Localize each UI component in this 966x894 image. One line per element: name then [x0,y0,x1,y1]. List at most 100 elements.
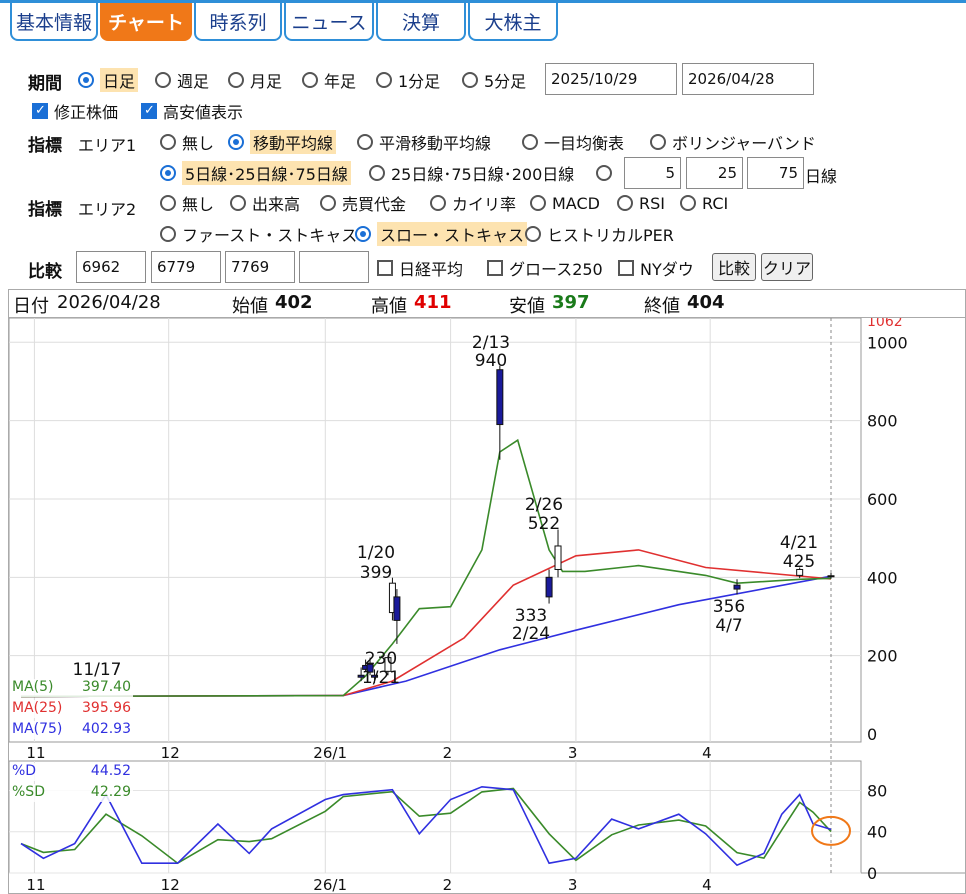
stoch-month-label: 2 [443,876,453,893]
compare-code-2-input[interactable]: 6779 [151,251,221,283]
low-label: 安値 [509,296,545,317]
ind2-rsi-radio[interactable]: RSI [617,191,665,215]
stoch-d-legend-name: %D [12,763,37,779]
ind1-bollinger-radio[interactable]: ボリンジャーバンド [650,130,816,154]
period-weekly-radio[interactable]: 週足 [155,68,209,92]
ind1-ema-label: 平滑移動平均線 [379,134,492,153]
compare-button[interactable]: 比較 [712,253,756,281]
ind2-none-radio[interactable]: 無し [160,191,214,215]
ind1-none-radio[interactable]: 無し [160,130,214,154]
period-5min-radio[interactable]: 5分足 [462,68,526,92]
radio-on-icon [160,165,176,181]
stock-chart[interactable]: 0 200 400 600 800 1000 1062 0 40 80 11 11 12 12 26/1 26… [8,317,966,894]
ind2-fast-stoch-radio[interactable]: ファースト・ストキャス [160,222,357,246]
annotation-value: 399 [360,563,392,583]
high-label: 高値 [371,296,407,317]
compare-growth250-label: グロース250 [509,260,603,279]
annotation-value: 522 [528,514,560,534]
stoch-tick-label: 0 [867,864,877,883]
ma25-legend: MA(25) 395.96 [10,700,133,718]
compare-code-4-input[interactable] [299,251,369,283]
period-yearly-radio[interactable]: 年足 [302,68,356,92]
tab-news[interactable]: ニュース [284,3,374,41]
compare-nydow-checkbox[interactable]: NYダウ [618,256,694,280]
ma-period-2-input[interactable]: 25 [686,157,743,189]
candle-body [545,576,553,598]
ind2-fast-stoch-label: ファースト・ストキャス [182,226,358,245]
radio-off-icon [320,195,336,211]
clear-button[interactable]: クリア [761,253,813,281]
start-date-input[interactable]: 2025/10/29 [545,63,677,95]
annotation-date: 2/24 [512,624,550,644]
tab-major-shareholders[interactable]: 大株主 [468,3,558,41]
radio-on-icon [78,72,94,88]
adjusted-price-label: 修正株価 [54,103,119,122]
ind2-turnover-radio[interactable]: 売買代金 [320,191,406,215]
stoch-month-label: 3 [568,876,578,893]
month-label: 4 [702,744,712,762]
compare-code-3-input[interactable]: 7769 [225,251,295,283]
ind2-none-label: 無し [182,195,215,214]
candle-body [554,545,562,570]
radio-off-icon [357,134,373,150]
radio-off-icon [160,134,176,150]
tab-basic-info[interactable]: 基本情報 [10,3,98,41]
stoch-d-legend: %D 44.52 [10,763,133,781]
radio-off-icon [596,165,612,181]
ma-period-1-input[interactable]: 5 [624,157,681,189]
compare-code-1-input[interactable]: 6962 [76,251,146,283]
ind1-ma-radio[interactable]: 移動平均線 [228,130,337,154]
ma75-legend-value: 402.93 [82,721,131,737]
ma-custom-radio[interactable] [596,161,618,185]
highlow-checkbox[interactable]: 高安値表示 [141,99,243,123]
annotation-date: 4/21 [780,533,818,553]
ma-period-3-input[interactable]: 75 [747,157,804,189]
adjusted-price-checkbox[interactable]: 修正株価 [32,99,118,123]
radio-off-icon [155,72,171,88]
radio-off-icon [228,72,244,88]
tab-chart[interactable]: チャート [100,3,192,41]
ind2-deviation-radio[interactable]: カイリ率 [430,191,516,215]
period-daily-radio[interactable]: 日足 [78,68,139,92]
compare-nikkei-checkbox[interactable]: 日経平均 [377,256,463,280]
ind2-hist-per-radio[interactable]: ヒストリカルPER [525,222,674,246]
ind1-ichimoku-label: 一目均衡表 [544,134,625,153]
main-plot-area [9,318,862,743]
ind2-hist-per-label: ヒストリカルPER [547,226,674,245]
radio-off-icon [369,165,385,181]
ma25-legend-name: MA(25) [12,700,63,716]
ma-25-75-200-label: 25日線･75日線･200日線 [391,165,575,184]
month-label: 11 [26,744,45,762]
radio-off-icon [522,134,538,150]
checkbox-unchecked-icon [487,260,503,276]
compare-nydow-label: NYダウ [640,260,694,279]
y-tick-label: 800 [867,412,898,431]
open-value: 402 [275,292,313,313]
end-date-input[interactable]: 2026/04/28 [682,63,814,95]
ma-5-25-75-radio[interactable]: 5日線･25日線･75日線 [160,161,351,185]
compare-growth250-checkbox[interactable]: グロース250 [487,256,603,280]
ind1-ichimoku-radio[interactable]: 一目均衡表 [522,130,624,154]
period-1min-radio[interactable]: 1分足 [376,68,440,92]
ind2-slow-stoch-radio[interactable]: スロー・ストキャス [355,222,528,246]
ma-25-75-200-radio[interactable]: 25日線･75日線･200日線 [369,161,574,185]
ind2-volume-label: 出来高 [252,195,301,214]
high-value: 411 [414,292,452,313]
ind2-volume-radio[interactable]: 出来高 [230,191,300,215]
tab-earnings[interactable]: 決算 [376,3,466,41]
close-value: 404 [687,292,725,313]
ohlc-info-bar: 日付 2026/04/28 始値 402 高値 411 安値 397 終値 40… [8,289,966,317]
period-monthly-label: 月足 [250,72,283,91]
tab-time-series[interactable]: 時系列 [194,3,282,41]
indicator1-area: エリア1 [78,136,137,155]
period-5min-label: 5分足 [484,72,527,91]
ind2-rci-radio[interactable]: RCI [680,191,728,215]
y-tick-label: 600 [867,490,898,509]
period-daily-label: 日足 [100,68,139,92]
annotation-date: 1/21 [362,668,400,688]
period-1min-label: 1分足 [398,72,441,91]
period-monthly-radio[interactable]: 月足 [228,68,282,92]
ind1-ema-radio[interactable]: 平滑移動平均線 [357,130,491,154]
ind2-macd-radio[interactable]: MACD [530,191,600,215]
stoch-tick-label: 80 [867,781,887,800]
